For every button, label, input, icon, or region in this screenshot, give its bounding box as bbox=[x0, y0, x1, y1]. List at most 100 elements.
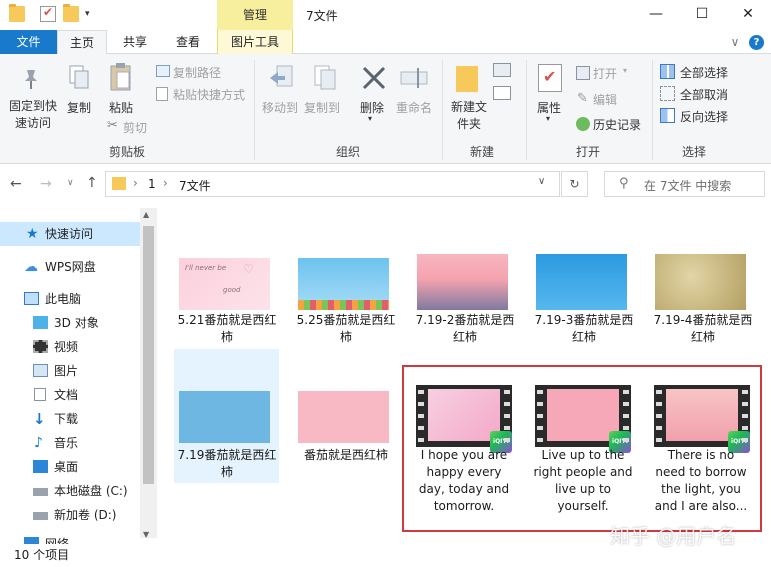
ribbon-collapse-icon[interactable]: ∨ bbox=[727, 30, 743, 54]
scroll-up-icon[interactable]: ▲ bbox=[143, 210, 149, 219]
select-none-button[interactable]: 全部取消 bbox=[680, 86, 728, 103]
properties-icon: ✔ bbox=[538, 64, 562, 92]
nav-scrollbar-thumb[interactable] bbox=[143, 226, 154, 484]
tab-share[interactable]: 共享 bbox=[110, 30, 160, 54]
nav-network[interactable]: 网络 bbox=[0, 532, 140, 544]
manage-tab[interactable]: 管理 bbox=[217, 0, 293, 30]
cut-button[interactable]: 剪切 bbox=[123, 119, 147, 136]
breadcrumb-current[interactable]: 7文件 bbox=[179, 177, 211, 194]
nav-label: 桌面 bbox=[54, 460, 79, 474]
history-button[interactable]: 历史记录 bbox=[593, 116, 641, 133]
select-all-button[interactable]: 全部选择 bbox=[680, 64, 728, 81]
select-all-icon bbox=[660, 64, 675, 79]
new-folder-button[interactable]: 新建文件夹 bbox=[449, 99, 489, 133]
file-name[interactable]: 7.19-2番茄就是西红柿 bbox=[410, 312, 520, 346]
up-icon[interactable]: ↑ bbox=[86, 175, 98, 191]
nav-documents[interactable]: 文档 bbox=[0, 383, 140, 407]
item-count: 10 个项目 bbox=[14, 548, 70, 562]
quick-access-dropdown-icon[interactable]: ▾ bbox=[85, 6, 101, 22]
paste-shortcut-button[interactable]: 粘贴快捷方式 bbox=[173, 86, 245, 103]
nav-label: 3D 对象 bbox=[54, 316, 99, 330]
easy-access-icon[interactable] bbox=[493, 86, 511, 100]
close-button[interactable]: ✕ bbox=[725, 0, 771, 30]
drive-icon bbox=[33, 488, 48, 496]
highlight-box bbox=[402, 365, 762, 532]
forward-icon[interactable]: → bbox=[40, 176, 52, 192]
address-bar[interactable]: › 1 › 7文件 ∨ bbox=[105, 171, 560, 197]
nav-this-pc[interactable]: 此电脑 bbox=[0, 287, 140, 311]
tab-home[interactable]: 主页 bbox=[57, 30, 107, 55]
search-placeholder: 在 7文件 中搜索 bbox=[644, 179, 732, 193]
file-name[interactable]: 7.19-4番茄就是西红柿 bbox=[648, 312, 758, 346]
properties-dropdown-icon[interactable]: ▾ bbox=[546, 114, 550, 123]
copy-path-button[interactable]: 复制路径 bbox=[173, 64, 221, 81]
nav-quick-access[interactable]: ★ 快速访问 bbox=[0, 222, 140, 246]
tab-picture-tools[interactable]: 图片工具 bbox=[217, 30, 293, 54]
file-name[interactable]: 番茄就是西红柿 bbox=[291, 447, 401, 464]
nav-label: 音乐 bbox=[54, 436, 79, 450]
back-icon[interactable]: ← bbox=[10, 176, 22, 192]
file-thumbnail[interactable] bbox=[417, 254, 508, 310]
nav-music[interactable]: ♪ 音乐 bbox=[0, 431, 140, 455]
network-icon bbox=[24, 537, 39, 544]
file-thumbnail[interactable] bbox=[298, 258, 389, 310]
group-separator bbox=[442, 60, 443, 160]
nav-desktop[interactable]: 桌面 bbox=[0, 455, 140, 479]
move-to-button[interactable]: 移动到 bbox=[262, 99, 298, 116]
nav-downloads[interactable]: ↓ 下载 bbox=[0, 407, 140, 431]
new-item-icon[interactable] bbox=[493, 63, 511, 77]
tab-view[interactable]: 查看 bbox=[163, 30, 213, 54]
search-icon: ⚲ bbox=[619, 176, 629, 191]
window-title: 7文件 bbox=[306, 9, 338, 23]
watermark: 知乎 @用户名 bbox=[610, 524, 737, 548]
file-name[interactable]: 7.19-3番茄就是西红柿 bbox=[529, 312, 639, 346]
delete-dropdown-icon[interactable]: ▾ bbox=[368, 114, 372, 123]
new-folder-quick-icon[interactable] bbox=[63, 4, 79, 22]
nav-3d-objects[interactable]: 3D 对象 bbox=[0, 311, 140, 335]
nav-pictures[interactable]: 图片 bbox=[0, 359, 140, 383]
minimize-button[interactable]: — bbox=[633, 0, 679, 30]
maximize-button[interactable]: ☐ bbox=[679, 0, 725, 30]
breadcrumb-1[interactable]: 1 bbox=[148, 177, 156, 191]
nav-disk-d[interactable]: 新加卷 (D:) bbox=[0, 503, 140, 527]
file-name[interactable]: 7.19番茄就是西红柿 bbox=[172, 447, 282, 481]
select-none-icon bbox=[660, 86, 675, 101]
file-name[interactable]: 5.25番茄就是西红柿 bbox=[291, 312, 401, 346]
group-clipboard-label: 剪贴板 bbox=[109, 145, 146, 159]
file-thumbnail[interactable] bbox=[179, 391, 270, 443]
nav-wps[interactable]: ☁ WPS网盘 bbox=[0, 255, 140, 279]
pin-quick-access-button[interactable]: 固定到快速访问 bbox=[8, 98, 58, 132]
navigation-pane: ★ 快速访问 ☁ WPS网盘 此电脑 3D 对象 视频 图片 文档 ↓ 下载 ♪… bbox=[0, 204, 157, 544]
rename-button[interactable]: 重命名 bbox=[396, 99, 432, 116]
nav-disk-c[interactable]: 本地磁盘 (C:) bbox=[0, 479, 140, 503]
open-button[interactable]: 打开 bbox=[593, 65, 617, 82]
recent-locations-icon[interactable]: ∨ bbox=[67, 178, 74, 188]
file-thumbnail[interactable]: I'll never be good ♡ bbox=[179, 258, 270, 310]
pin-icon bbox=[21, 68, 41, 90]
edit-button[interactable]: 编辑 bbox=[593, 91, 617, 108]
rename-icon bbox=[400, 66, 430, 90]
ribbon-tab-bar: 文件 主页 共享 查看 图片工具 ∨ ? bbox=[0, 30, 771, 55]
properties-quick-icon[interactable]: ✔ bbox=[40, 5, 56, 22]
help-icon[interactable]: ? bbox=[749, 35, 764, 50]
scroll-down-icon[interactable]: ▼ bbox=[143, 530, 149, 539]
nav-label: 下载 bbox=[54, 412, 79, 426]
file-thumbnail[interactable] bbox=[536, 254, 627, 310]
refresh-button[interactable]: ↻ bbox=[561, 171, 588, 197]
search-input[interactable]: ⚲ 在 7文件 中搜索 bbox=[604, 171, 765, 197]
copy-to-button[interactable]: 复制到 bbox=[304, 99, 340, 116]
open-dropdown-icon[interactable]: ▾ bbox=[623, 66, 627, 75]
tab-file[interactable]: 文件 bbox=[0, 30, 57, 54]
folder-icon bbox=[112, 177, 126, 190]
film-icon bbox=[33, 340, 48, 353]
nav-videos[interactable]: 视频 bbox=[0, 335, 140, 359]
invert-selection-button[interactable]: 反向选择 bbox=[680, 108, 728, 125]
group-open-label: 打开 bbox=[576, 145, 601, 159]
paste-button[interactable]: 粘贴 bbox=[109, 99, 133, 116]
file-name[interactable]: 5.21番茄就是西红柿 bbox=[172, 312, 282, 346]
file-thumbnail[interactable] bbox=[298, 391, 389, 443]
copy-button[interactable]: 复制 bbox=[67, 99, 91, 116]
computer-icon bbox=[24, 292, 39, 305]
address-dropdown-icon[interactable]: ∨ bbox=[538, 176, 545, 187]
file-thumbnail[interactable] bbox=[655, 254, 746, 310]
